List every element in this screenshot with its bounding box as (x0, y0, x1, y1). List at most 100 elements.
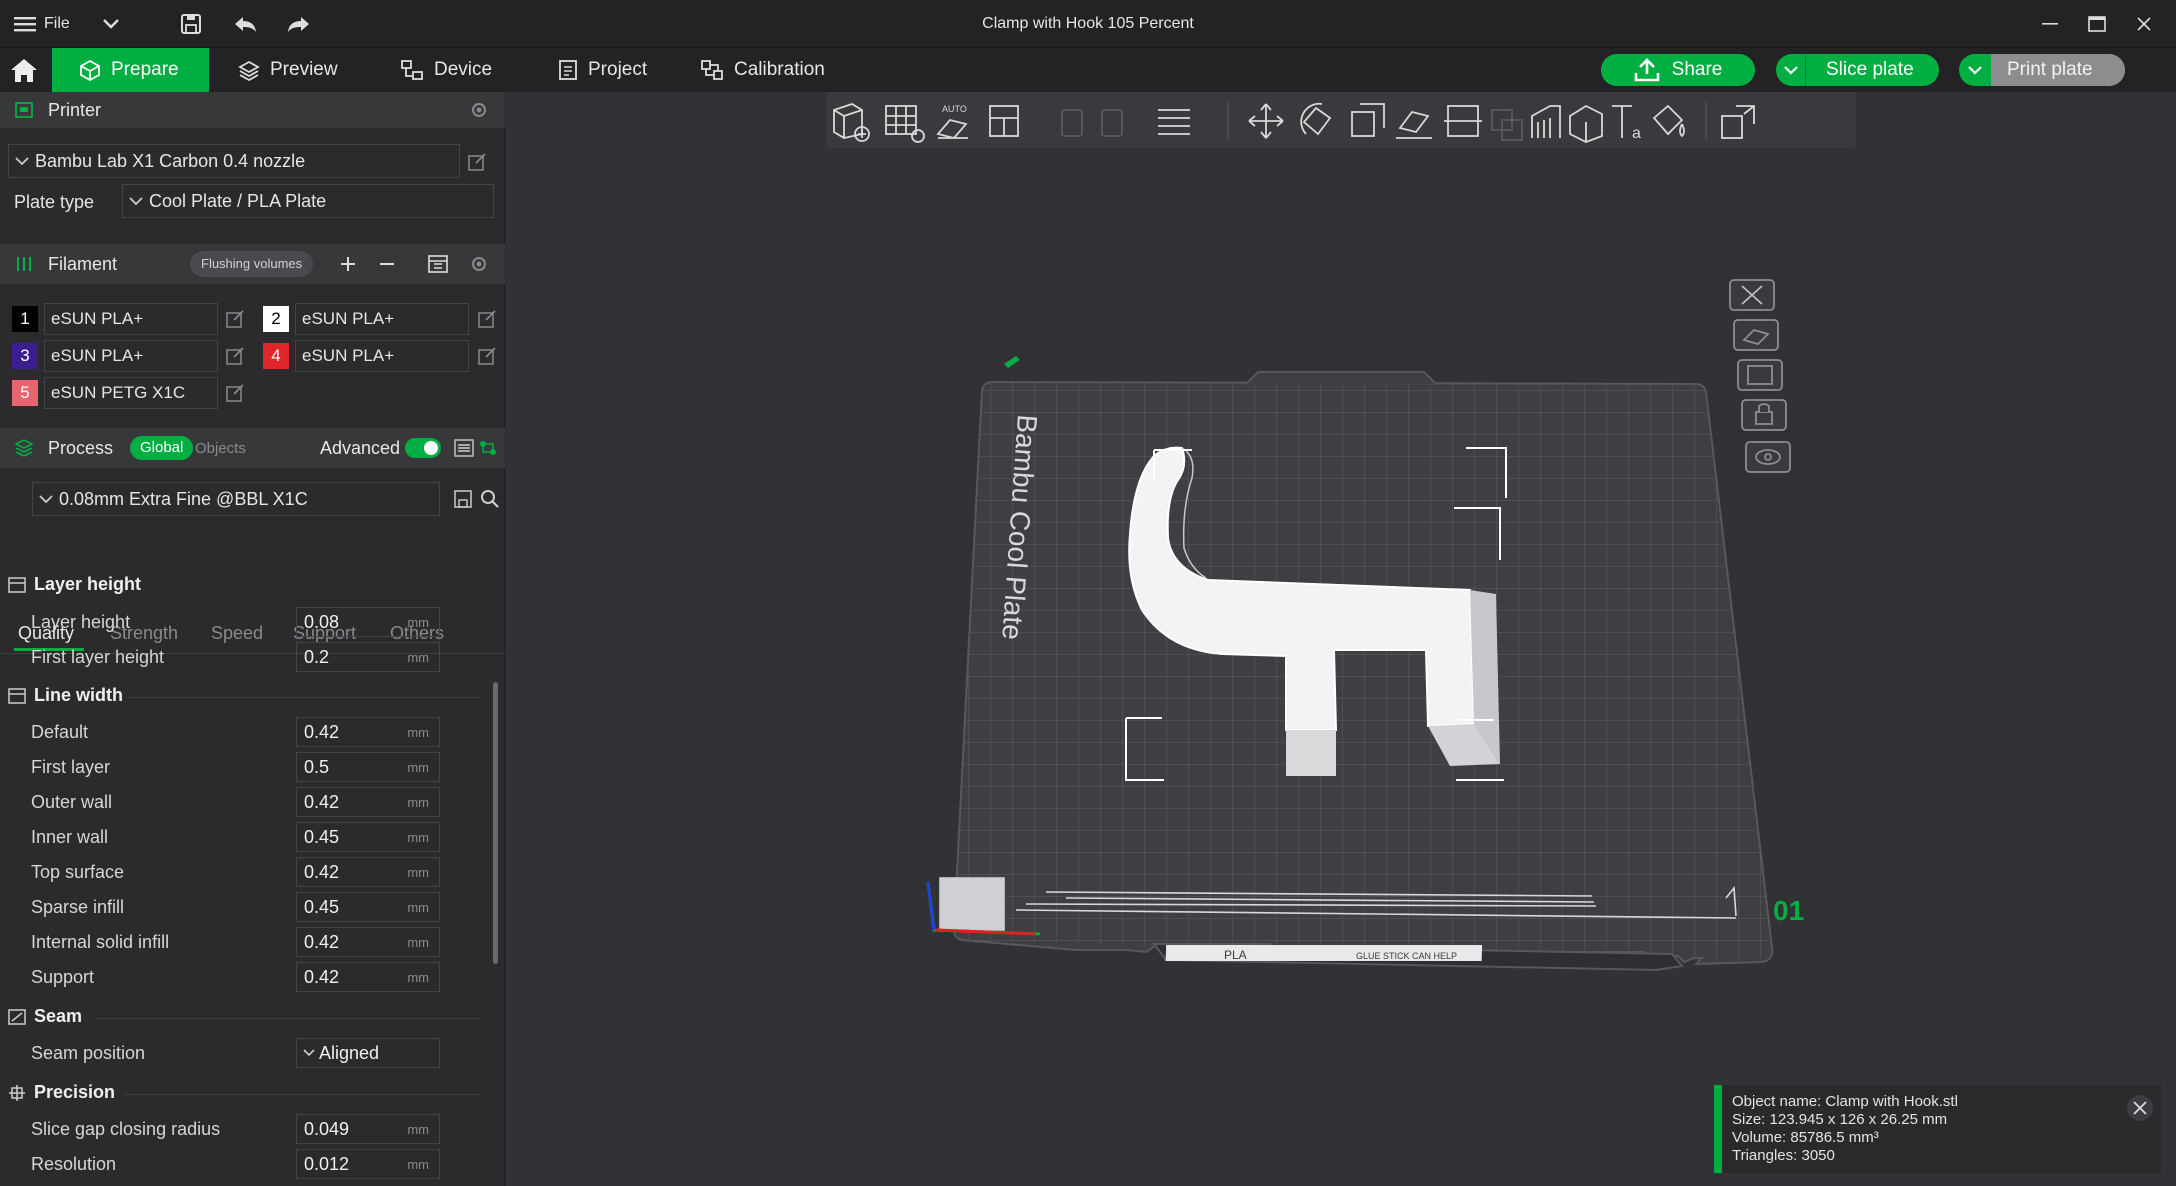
paint-bucket-icon[interactable] (1652, 104, 1685, 138)
home-button[interactable] (10, 48, 40, 92)
add-plate-icon[interactable] (885, 105, 925, 143)
edit-icon[interactable] (478, 347, 496, 365)
filament-name[interactable]: eSUN PLA+ (295, 340, 469, 372)
gear-icon[interactable] (469, 254, 489, 274)
edit-icon[interactable] (226, 347, 244, 365)
text-tool-icon[interactable]: a (1612, 105, 1641, 142)
plate-type-label: Plate type (14, 192, 95, 212)
seam-position-select[interactable]: Aligned (296, 1038, 440, 1068)
default-line-width-input[interactable]: 0.42 mm (296, 717, 440, 747)
edit-icon[interactable] (226, 310, 244, 328)
auto-orient-icon[interactable]: AUTO (936, 104, 968, 140)
lock-plate-button[interactable] (1741, 399, 1787, 431)
close-window-button[interactable] (2124, 0, 2164, 48)
divider (128, 697, 480, 698)
move-icon[interactable] (1248, 103, 1284, 139)
printer-select[interactable]: Bambu Lab X1 Carbon 0.4 nozzle (8, 144, 460, 178)
filament-name[interactable]: eSUN PLA+ (44, 303, 218, 335)
save-button[interactable] (176, 0, 206, 48)
outer-wall-input[interactable]: 0.42 mm (296, 787, 440, 817)
global-toggle[interactable]: Global (130, 436, 194, 460)
arrange-plate-button[interactable] (1737, 359, 1783, 391)
scale-icon[interactable] (1351, 103, 1385, 137)
filament-name[interactable]: eSUN PETG X1C (44, 377, 218, 409)
value: 0.049 (304, 1118, 350, 1139)
compare-icon[interactable] (478, 439, 498, 457)
assembly-view-icon[interactable] (1721, 105, 1755, 139)
build-plate-scene: PLA GLUE STICK CAN HELP Bambu Cool Plate… (926, 279, 1804, 974)
title-bar: Clamp with Hook 105 Percent File (0, 0, 2176, 48)
support-paint-icon[interactable] (1531, 105, 1561, 138)
split-objects-icon[interactable] (1061, 109, 1123, 137)
edit-icon[interactable] (468, 153, 486, 171)
minus-icon[interactable] (378, 255, 396, 273)
list-icon[interactable] (454, 439, 474, 457)
orient-plate-button[interactable] (1733, 319, 1779, 351)
slice-dropdown[interactable] (1776, 54, 1806, 86)
chevron-down-icon (15, 156, 29, 165)
cut-icon[interactable] (1444, 105, 1482, 137)
process-preset-value: 0.08mm Extra Fine @BBL X1C (59, 488, 308, 509)
first-layer-line-width-input[interactable]: 0.5 mm (296, 752, 440, 782)
support-line-width-input[interactable]: 0.42 mm (296, 962, 440, 992)
undo-button[interactable] (230, 0, 260, 48)
value: 0.2 (304, 646, 330, 667)
seam-paint-icon[interactable] (1569, 104, 1603, 143)
tab-calibration[interactable]: Calibration (700, 48, 825, 92)
mesh-boolean-icon[interactable] (1491, 109, 1523, 141)
edit-icon[interactable] (226, 384, 244, 402)
outer-wall-label: Outer wall (31, 792, 113, 812)
plate-type-select[interactable]: Cool Plate / PLA Plate (122, 184, 494, 218)
first-layer-height-input[interactable]: 0.2 mm (296, 642, 440, 672)
tab-speed[interactable]: Speed (211, 623, 263, 644)
plate-settings-button[interactable] (1745, 441, 1791, 473)
process-section-title: Process (48, 437, 114, 458)
sync-filament-icon[interactable] (427, 254, 449, 274)
plus-icon[interactable] (339, 255, 357, 273)
objects-toggle[interactable]: Objects (195, 440, 246, 457)
add-object-icon[interactable] (833, 103, 870, 142)
tab-preview[interactable]: Preview (238, 48, 338, 92)
share-button[interactable]: Share (1601, 54, 1755, 86)
top-surface-input[interactable]: 0.42 mm (296, 857, 440, 887)
slice-gap-input[interactable]: 0.049 mm (296, 1114, 440, 1144)
file-menu[interactable]: File (14, 0, 70, 48)
print-plate-label: Print plate (1991, 54, 2125, 86)
redo-button[interactable] (284, 0, 314, 48)
menu-dropdown[interactable] (98, 0, 124, 48)
resolution-input[interactable]: 0.012 mm (296, 1149, 440, 1179)
unit: mm (407, 969, 429, 985)
print-plate-button[interactable]: Print plate (1959, 54, 2125, 86)
save-preset-icon[interactable] (454, 490, 472, 508)
search-icon[interactable] (480, 489, 500, 509)
layer-height-input[interactable]: 0.08 mm (296, 607, 440, 637)
inner-wall-input[interactable]: 0.45 mm (296, 822, 440, 852)
advanced-switch[interactable] (405, 438, 441, 458)
maximize-button[interactable] (2077, 0, 2117, 48)
slice-plate-button[interactable]: Slice plate (1776, 54, 1939, 86)
sparse-infill-label: Sparse infill (31, 897, 125, 917)
rotate-icon[interactable] (1300, 102, 1332, 136)
process-preset-select[interactable]: 0.08mm Extra Fine @BBL X1C (32, 482, 440, 516)
tab-prepare[interactable]: Prepare (52, 48, 209, 92)
filament-name[interactable]: eSUN PLA+ (295, 303, 469, 335)
arrange-icon[interactable] (989, 105, 1019, 137)
tab-project[interactable]: Project (558, 48, 647, 92)
sparse-infill-input[interactable]: 0.45 mm (296, 892, 440, 922)
close-icon[interactable] (2126, 1094, 2154, 1122)
lay-on-face-icon[interactable] (1396, 110, 1432, 139)
print-dropdown[interactable] (1959, 54, 1991, 86)
tab-device[interactable]: Device (400, 48, 492, 92)
window-title: Clamp with Hook 105 Percent (982, 15, 1194, 32)
layers-editing-icon[interactable] (1158, 109, 1190, 135)
minimize-button[interactable] (2030, 0, 2070, 48)
filament-name[interactable]: eSUN PLA+ (44, 340, 218, 372)
edit-icon[interactable] (478, 310, 496, 328)
gear-icon[interactable] (469, 100, 489, 120)
remove-plate-button[interactable] (1729, 279, 1775, 311)
internal-solid-infill-input[interactable]: 0.42 mm (296, 927, 440, 957)
plate-type-value: Cool Plate / PLA Plate (149, 190, 327, 211)
build-plate[interactable]: PLA GLUE STICK CAN HELP Bambu Cool Plate… (926, 356, 1804, 974)
flushing-volumes-button[interactable]: Flushing volumes (190, 251, 314, 277)
settings-scrollbar[interactable] (493, 682, 498, 964)
